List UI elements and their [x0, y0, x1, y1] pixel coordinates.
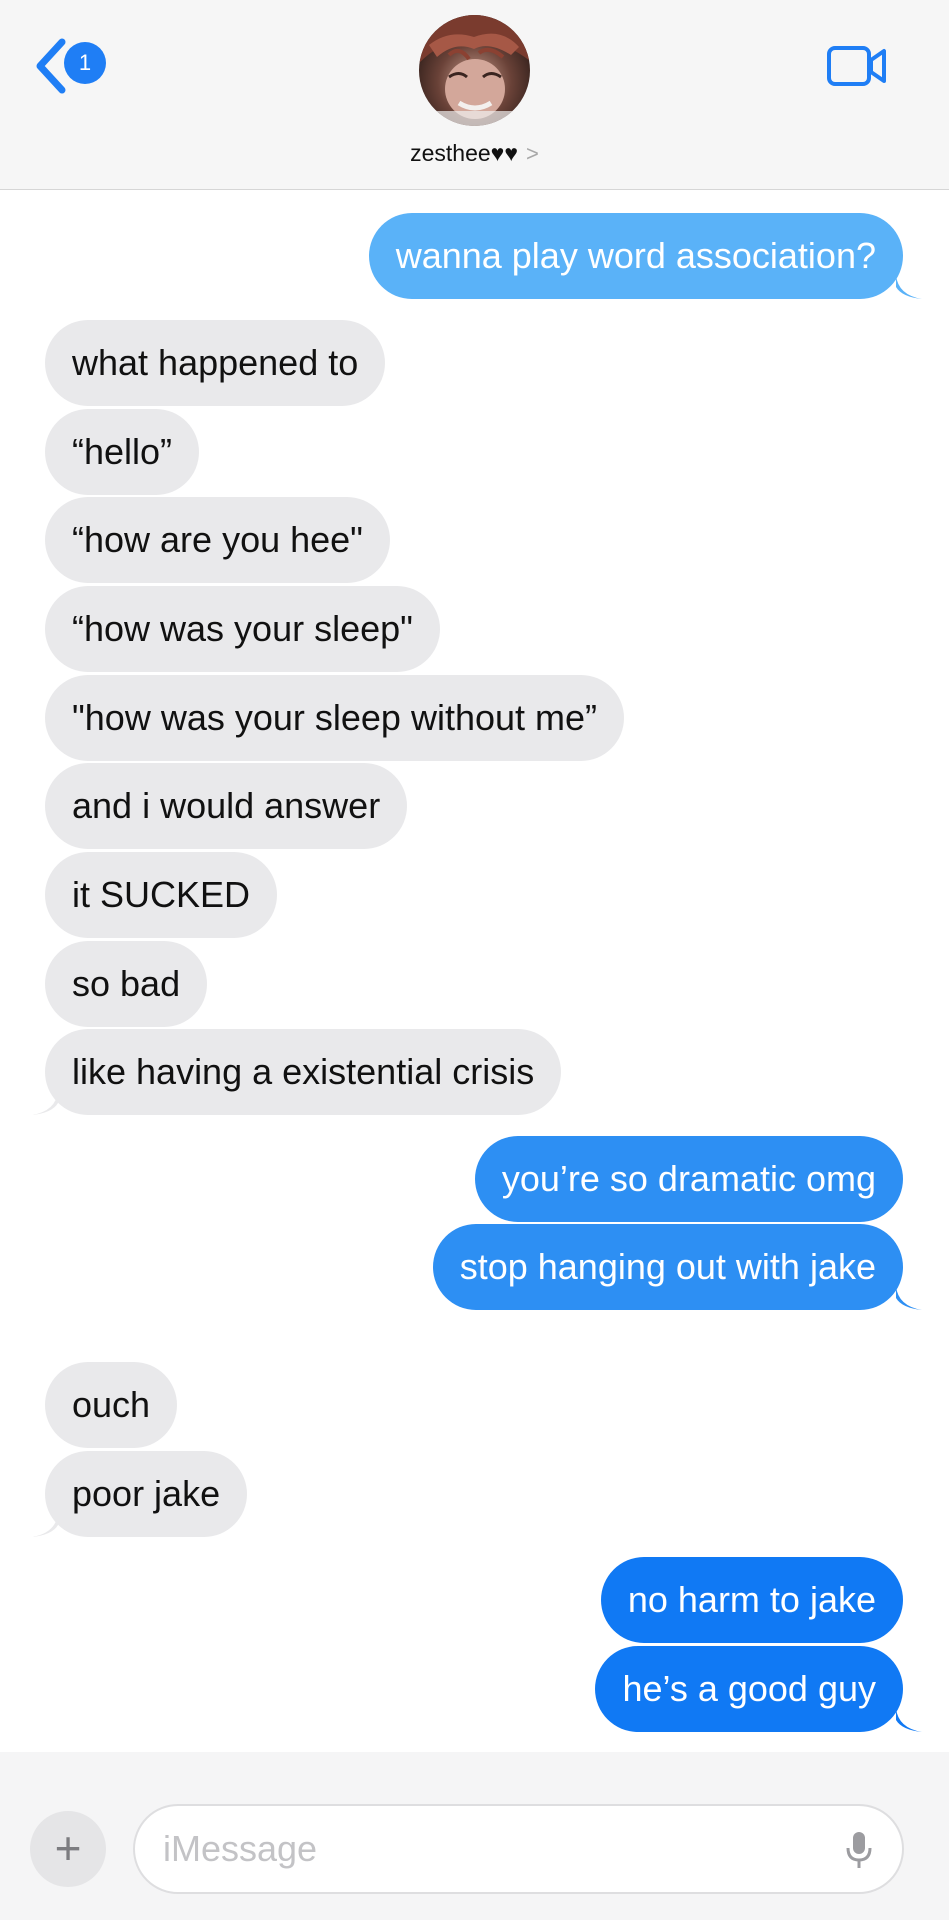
message-bubble-incoming[interactable]: and i would answer	[45, 763, 408, 849]
plus-button[interactable]: +	[30, 1811, 106, 1887]
bubble-tail-outgoing	[896, 1708, 922, 1732]
message-bubble-incoming[interactable]: so bad	[45, 941, 208, 1027]
message-bubble-outgoing[interactable]: he’s a good guy	[595, 1646, 903, 1732]
message-bubble-incoming[interactable]: it SUCKED	[45, 852, 278, 938]
bubble-tail-incoming	[32, 1091, 58, 1115]
contact-avatar[interactable]	[419, 15, 530, 126]
message-bubble-incoming[interactable]: “how was your sleep"	[45, 586, 440, 672]
message-bubble-incoming[interactable]: "how was your sleep without me”	[45, 675, 625, 761]
message-bubble-incoming[interactable]: “how are you hee"	[45, 497, 390, 583]
message-composer: + iMessage	[0, 1752, 949, 1920]
message-bubble-incoming[interactable]: what happened to	[45, 320, 386, 406]
message-bubble-outgoing[interactable]: stop hanging out with jake	[432, 1224, 903, 1310]
facetime-video-button[interactable]	[826, 44, 888, 88]
message-bubble-outgoing[interactable]: wanna play word association?	[368, 213, 903, 299]
messages-screen: wanna play word association? what happen…	[0, 0, 949, 1920]
bubble-tail-outgoing	[896, 1286, 922, 1310]
chevron-left-icon	[36, 38, 66, 94]
back-button[interactable]: 1	[34, 38, 114, 94]
chevron-right-icon: >	[526, 141, 539, 166]
bubble-tail-outgoing	[896, 275, 922, 299]
contact-name-row[interactable]: zesthee♥♥ >	[0, 140, 949, 167]
message-bubble-incoming[interactable]: ouch	[45, 1362, 178, 1448]
message-bubble-incoming[interactable]: poor jake	[45, 1451, 248, 1537]
microphone-icon[interactable]	[846, 1830, 872, 1870]
input-placeholder: iMessage	[163, 1828, 318, 1869]
avatar-photo	[419, 15, 530, 126]
bubble-tail-incoming	[32, 1513, 58, 1537]
contact-name: zesthee♥♥	[410, 140, 518, 166]
message-bubble-incoming[interactable]: like having a existential crisis	[45, 1029, 562, 1115]
video-camera-icon	[827, 46, 886, 86]
message-bubble-incoming[interactable]: “hello”	[45, 409, 200, 495]
message-bubble-outgoing[interactable]: you’re so dramatic omg	[474, 1136, 903, 1222]
unread-count-badge: 1	[64, 42, 106, 84]
message-thread[interactable]: wanna play word association? what happen…	[0, 0, 949, 1920]
conversation-header: 1 zesthee♥♥ >	[0, 0, 949, 190]
imessage-input[interactable]: iMessage	[133, 1804, 904, 1894]
message-bubble-outgoing[interactable]: no harm to jake	[600, 1557, 903, 1643]
